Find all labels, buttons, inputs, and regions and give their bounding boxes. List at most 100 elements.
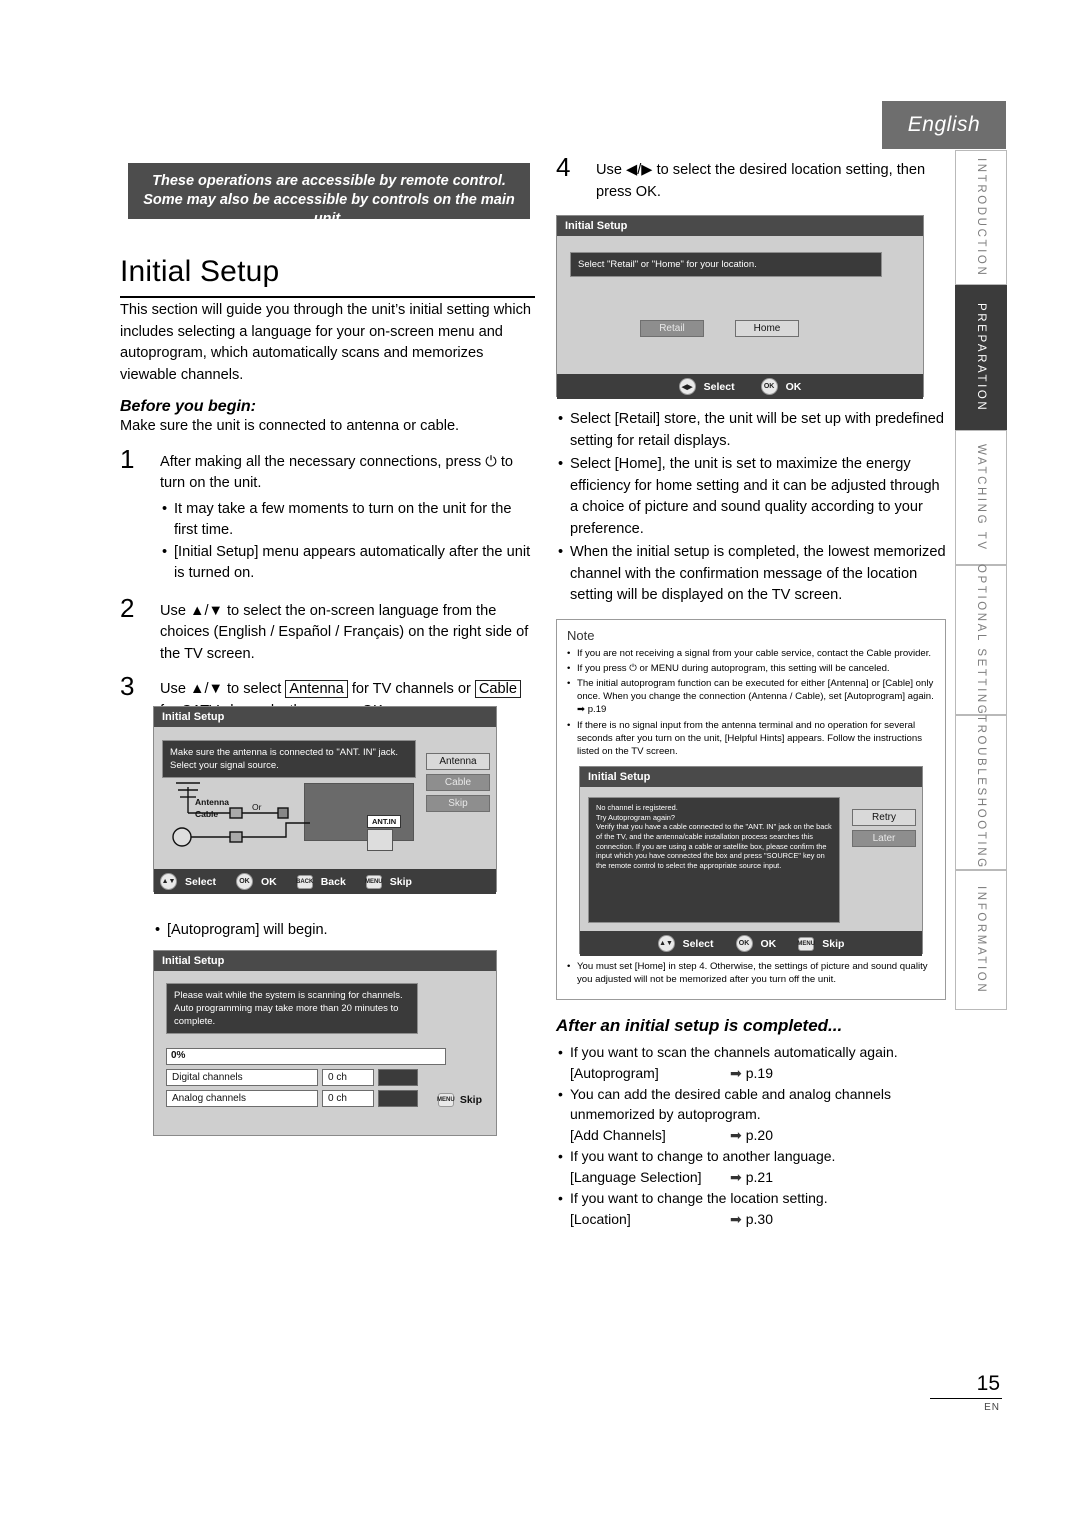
osd-later-button[interactable]: Later: [852, 830, 916, 848]
ok-key-icon: OK: [735, 935, 753, 953]
osd-location-select-label: Select: [703, 380, 735, 393]
diagram-label-or: Or: [252, 802, 262, 812]
after-item-2-text: You can add the desired cable and analog…: [556, 1084, 946, 1124]
diagram-tv: [304, 783, 414, 841]
section-tab-troubleshooting[interactable]: TROUBLESHOOTING: [955, 715, 1007, 870]
osd-option-antenna[interactable]: Antenna: [426, 753, 490, 770]
section-tab-introduction[interactable]: INTRODUCTION: [955, 150, 1007, 285]
page-title: Initial Setup: [120, 255, 535, 298]
progress-row-analog-name: Analog channels: [166, 1090, 318, 1107]
note-title: Note: [567, 627, 595, 643]
progress-bar: 0%: [166, 1048, 446, 1065]
section-tab-information[interactable]: INFORMATION: [955, 870, 1007, 1010]
osd-location-ok-label: OK: [785, 380, 802, 393]
select-key-icon: ▲▼: [657, 935, 675, 953]
note-item-4: If there is no signal input from the ant…: [567, 719, 935, 759]
osd-progress-skip[interactable]: MENU Skip: [437, 1093, 482, 1107]
osd-location-retail-button[interactable]: Retail: [640, 320, 704, 337]
note-item-5: You must set [Home] in step 4. Otherwise…: [567, 960, 935, 986]
progress-row-digital-name: Digital channels: [166, 1069, 318, 1086]
after-item-4-text: If you want to change the location setti…: [556, 1188, 946, 1208]
left-column: This section will guide you through the …: [120, 300, 535, 722]
osd-retry-select-label: Select: [682, 937, 714, 950]
arrow-icon: ➡: [730, 1168, 742, 1185]
step-2-number: 2: [120, 592, 135, 623]
diagram-ant-in-jack: [367, 829, 393, 851]
section-tab-preparation[interactable]: PREPARATION: [955, 285, 1007, 430]
step-1-number: 1: [120, 443, 135, 474]
after-item-3-ref-line: [Language Selection] ➡ p.21: [556, 1166, 946, 1188]
osd-progress-skip-label: Skip: [459, 1094, 482, 1106]
section-tab-optional-setting[interactable]: OPTIONAL SETTING: [955, 563, 1007, 717]
step-1-text: After making all the necessary connectio…: [160, 453, 514, 492]
language-tab: English: [882, 101, 1006, 149]
page-language-code: EN: [984, 1402, 1000, 1413]
select-key-icon: ◀▶: [678, 378, 696, 395]
note-box: Note If you are not receiving a signal f…: [556, 618, 946, 1000]
keybar-select-label: Select: [185, 875, 216, 888]
osd-signal-source: Initial Setup Make sure the antenna is c…: [153, 706, 497, 894]
arrow-icon: ➡: [730, 1064, 742, 1081]
step-1: 1 After making all the necessary connect…: [120, 446, 535, 585]
after-item-1-text: If you want to scan the channels automat…: [556, 1042, 946, 1062]
banner-line-2: Some may also be accessible by controls …: [143, 192, 515, 227]
after-item-2-ref: [Add Channels]: [570, 1126, 666, 1143]
osd-location-home-button[interactable]: Home: [735, 320, 799, 337]
osd-option-skip[interactable]: Skip: [426, 795, 490, 812]
step-3-antenna-token: Antenna: [285, 680, 348, 698]
diagram-label-cable: Cable: [195, 809, 219, 819]
after-item-4-page: p.30: [745, 1210, 773, 1227]
osd-location-title: Initial Setup: [557, 216, 923, 236]
arrow-icon: ➡: [730, 1126, 742, 1143]
osd-retry-button[interactable]: Retry: [852, 809, 916, 827]
right-bullet-1: Select [Retail] store, the unit will be …: [556, 409, 946, 452]
osd-signal-source-message-line-1: Make sure the antenna is connected to "A…: [170, 747, 398, 758]
after-item-4-ref-line: [Location] ➡ p.30: [556, 1208, 946, 1230]
section-tab-introduction-label: INTRODUCTION: [975, 157, 987, 278]
section-tab-information-label: INFORMATION: [975, 885, 987, 995]
step-3-number: 3: [120, 671, 135, 701]
autoprogram-note: [Autoprogram] will begin.: [153, 920, 493, 942]
progress-row-digital-indicator: [378, 1069, 418, 1086]
osd-location-keybar: ◀▶ Select OK OK: [557, 374, 923, 399]
page-number: 15: [976, 1372, 1000, 1395]
ok-key-icon: OK: [760, 378, 778, 395]
step-2-text: Use ▲/▼ to select the on-screen language…: [160, 602, 529, 662]
progress-row-digital: Digital channels 0 ch: [166, 1069, 418, 1086]
after-item-2-page: p.20: [745, 1126, 773, 1143]
step-4-number: 4: [556, 152, 571, 182]
menu-key-icon: MENU: [797, 936, 815, 951]
osd-signal-source-keybar: ▲▼ Select OK OK BACK Back MENU Skip: [154, 869, 496, 894]
osd-signal-source-message: Make sure the antenna is connected to "A…: [162, 740, 416, 778]
osd-location-message: Select "Retail" or "Home" for your locat…: [570, 252, 882, 277]
after-item-1-page: p.19: [745, 1064, 773, 1081]
diagram-label-ant-in: ANT.IN: [367, 815, 402, 828]
note-item-2: If you press ⏻ or MENU during autoprogra…: [567, 662, 935, 675]
diagram-label-antenna: Antenna: [195, 797, 229, 807]
section-tab-optional-setting-label: OPTIONAL SETTING: [975, 563, 987, 717]
section-tab-column: INTRODUCTION PREPARATION WATCHING TV OPT…: [955, 150, 1007, 1190]
before-you-begin-text: Make sure the unit is connected to anten…: [120, 418, 460, 434]
section-tab-preparation-label: PREPARATION: [975, 302, 987, 413]
after-item-1-ref-line: [Autoprogram] ➡ p.19: [556, 1062, 946, 1084]
step-4-text: Use ◀/▶ to select the desired location s…: [596, 162, 926, 200]
keybar-back-label: Back: [320, 875, 346, 888]
section-tab-watching-tv[interactable]: WATCHING TV: [955, 430, 1007, 565]
after-item-1-ref: [Autoprogram]: [570, 1064, 659, 1081]
back-key-icon: BACK: [296, 874, 313, 889]
arrow-icon: ➡: [730, 1210, 742, 1227]
page-footer: 15: [940, 1372, 1000, 1396]
section-tab-watching-tv-label: WATCHING TV: [975, 443, 987, 552]
osd-option-cable[interactable]: Cable: [426, 774, 490, 791]
diagram-antenna-cable-icon: [172, 782, 310, 847]
step-3-cable-token: Cable: [474, 680, 522, 698]
osd-retry-keybar: ▲▼ Select OK OK MENU Skip: [580, 931, 922, 957]
osd-retry: Initial Setup No channel is registered. …: [579, 766, 923, 957]
after-item-3-ref: [Language Selection]: [570, 1168, 702, 1185]
note-item-1: If you are not receiving a signal from y…: [567, 647, 935, 660]
keybar-ok-label: OK: [260, 875, 277, 888]
step-1-bullet-1: It may take a few moments to turn on the…: [160, 499, 535, 542]
after-item-3-text: If you want to change to another languag…: [556, 1146, 946, 1166]
progress-row-analog-indicator: [378, 1090, 418, 1107]
menu-key-icon: MENU: [437, 1093, 455, 1107]
